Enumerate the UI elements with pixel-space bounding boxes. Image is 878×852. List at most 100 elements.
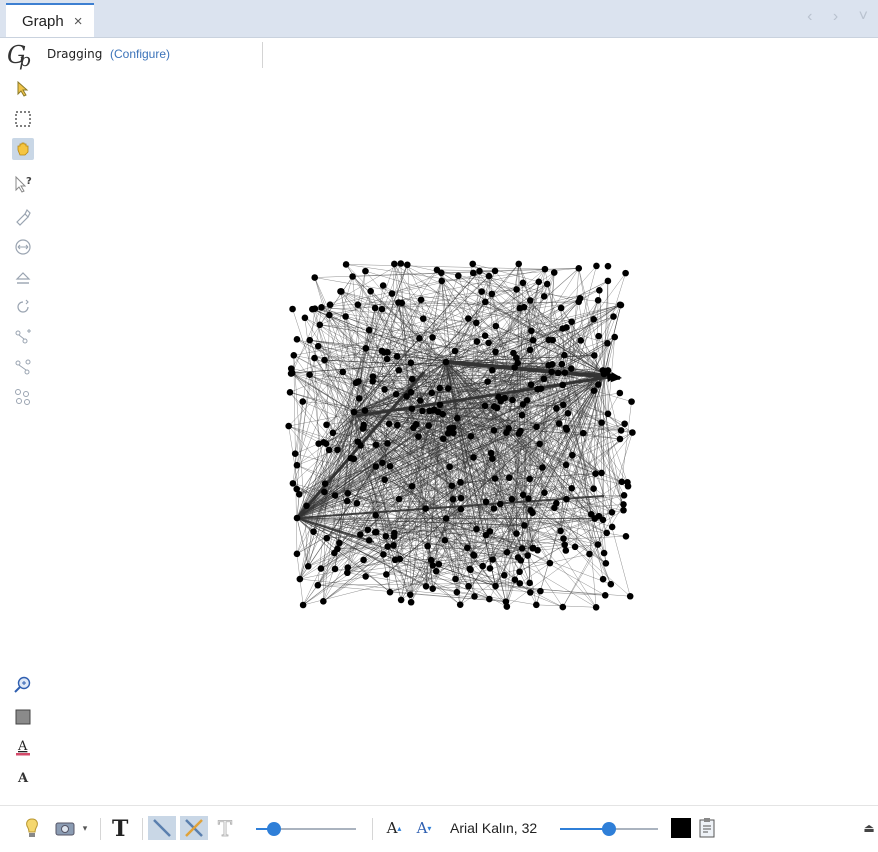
graph-node[interactable]	[422, 505, 429, 512]
graph-node[interactable]	[384, 440, 391, 447]
graph-node[interactable]	[455, 272, 462, 279]
graph-node[interactable]	[454, 415, 461, 422]
graph-node[interactable]	[442, 537, 449, 544]
graph-node[interactable]	[334, 546, 341, 553]
graph-node[interactable]	[565, 410, 572, 417]
graph-node[interactable]	[563, 547, 570, 554]
graph-node[interactable]	[560, 402, 567, 409]
graph-node[interactable]	[468, 433, 475, 440]
graph-node[interactable]	[617, 390, 624, 397]
graph-node[interactable]	[391, 533, 398, 540]
close-icon[interactable]: ×	[74, 13, 83, 30]
graph-node[interactable]	[454, 589, 461, 596]
graph-node[interactable]	[605, 263, 612, 270]
graph-node[interactable]	[294, 515, 301, 522]
graph-node[interactable]	[492, 475, 499, 482]
graph-node[interactable]	[586, 551, 593, 558]
paint-brush-icon[interactable]	[12, 206, 34, 228]
graph-node[interactable]	[433, 568, 440, 575]
graph-node[interactable]	[409, 483, 416, 490]
graph-node[interactable]	[379, 348, 386, 355]
graph-node[interactable]	[505, 425, 512, 432]
graph-node[interactable]	[563, 324, 570, 331]
graph-node[interactable]	[439, 411, 446, 418]
graph-node[interactable]	[489, 455, 496, 462]
graph-node[interactable]	[604, 340, 611, 347]
graph-node[interactable]	[484, 378, 491, 385]
graph-node[interactable]	[438, 278, 445, 285]
font-size-down-button[interactable]: A▾	[414, 816, 434, 840]
graph-node[interactable]	[623, 533, 630, 540]
graph-node[interactable]	[469, 261, 476, 268]
graph-node[interactable]	[380, 282, 387, 289]
graph-node[interactable]	[336, 540, 343, 547]
graph-node[interactable]	[593, 604, 600, 611]
graph-node[interactable]	[547, 560, 554, 567]
graph-node[interactable]	[403, 393, 410, 400]
graph-node[interactable]	[347, 455, 354, 462]
graph-node[interactable]	[306, 371, 313, 378]
graph-node[interactable]	[303, 503, 310, 510]
graph-node[interactable]	[528, 327, 535, 334]
graph-node[interactable]	[387, 463, 394, 470]
graph-node[interactable]	[360, 557, 367, 564]
configure-link[interactable]: (Configure)	[110, 47, 170, 61]
graph-node[interactable]	[516, 305, 523, 312]
graph-node[interactable]	[320, 439, 327, 446]
graph-node[interactable]	[486, 273, 493, 280]
graph-node[interactable]	[446, 463, 453, 470]
graph-node[interactable]	[516, 568, 523, 575]
graph-node[interactable]	[515, 261, 522, 268]
lightbulb-icon[interactable]	[20, 816, 44, 840]
graph-node[interactable]	[339, 369, 346, 376]
graph-node[interactable]	[515, 554, 522, 561]
graph-node[interactable]	[354, 500, 361, 507]
graph-node[interactable]	[598, 470, 605, 477]
graph-node[interactable]	[372, 463, 379, 470]
graph-node[interactable]	[332, 566, 339, 573]
graph-node[interactable]	[516, 430, 523, 437]
graph-node[interactable]	[534, 547, 541, 554]
graph-node[interactable]	[457, 601, 464, 608]
graph-node[interactable]	[602, 592, 609, 599]
graph-node[interactable]	[311, 274, 318, 281]
graph-node[interactable]	[595, 297, 602, 304]
graph-node[interactable]	[362, 573, 369, 580]
graph-node[interactable]	[595, 333, 602, 340]
graph-node[interactable]	[622, 270, 629, 277]
graph-node[interactable]	[362, 268, 369, 275]
graph-node[interactable]	[436, 385, 443, 392]
graph-node[interactable]	[521, 522, 528, 529]
graph-node[interactable]	[369, 378, 376, 385]
graph-node[interactable]	[470, 270, 477, 277]
graph-node[interactable]	[443, 359, 450, 366]
graph-node[interactable]	[289, 306, 296, 313]
graph-node[interactable]	[489, 556, 496, 563]
graph-node[interactable]	[384, 543, 391, 550]
graph-node[interactable]	[290, 352, 297, 359]
graph-node[interactable]	[345, 490, 352, 497]
graph-node[interactable]	[296, 491, 303, 498]
graph-node[interactable]	[590, 316, 597, 323]
graph-node[interactable]	[603, 530, 610, 537]
graph-node[interactable]	[311, 355, 318, 362]
graph-node[interactable]	[520, 401, 527, 408]
graph-node[interactable]	[302, 315, 309, 322]
graph-node[interactable]	[397, 556, 404, 563]
font-color-icon[interactable]: A	[12, 736, 34, 758]
font-scale-slider-knob[interactable]	[602, 822, 616, 836]
graph-node[interactable]	[458, 495, 465, 502]
graph-node[interactable]	[610, 313, 617, 320]
graph-node[interactable]	[513, 286, 520, 293]
graph-node[interactable]	[415, 433, 422, 440]
graph-node[interactable]	[595, 541, 602, 548]
graph-node[interactable]	[323, 421, 330, 428]
graph-node[interactable]	[504, 549, 511, 556]
graph-node[interactable]	[557, 527, 564, 534]
graph-node[interactable]	[321, 357, 328, 364]
graph-node[interactable]	[559, 382, 566, 389]
graph-node[interactable]	[437, 401, 444, 408]
graph-node[interactable]	[363, 345, 370, 352]
graph-node[interactable]	[551, 269, 558, 276]
graph-node[interactable]	[561, 541, 568, 548]
